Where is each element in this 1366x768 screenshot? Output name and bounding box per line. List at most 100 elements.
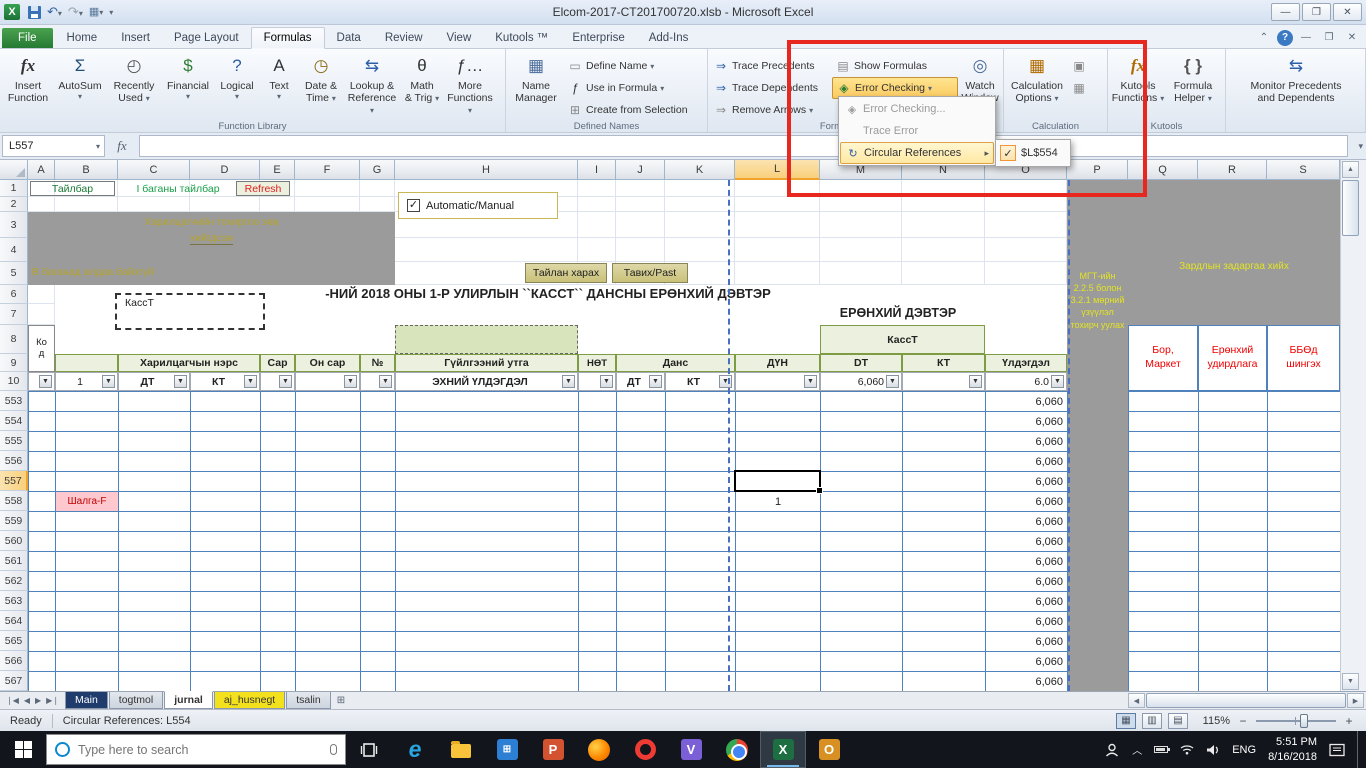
row-header-566[interactable]: 566 <box>0 651 28 671</box>
refresh-button[interactable]: Refresh <box>236 181 290 196</box>
filter-dropdown-icon[interactable]: ▼ <box>39 375 52 388</box>
submenu-item-L554[interactable]: ✓ $L$554 <box>999 142 1067 164</box>
cell-A565[interactable] <box>29 632 56 652</box>
date-time-button[interactable]: ◷ Date & Time ▾ <box>298 51 344 105</box>
start-button[interactable] <box>0 731 46 768</box>
cell-J563[interactable] <box>617 592 666 612</box>
cell-N566[interactable] <box>903 652 986 672</box>
cell-K561[interactable] <box>666 552 736 572</box>
cell-K562[interactable] <box>666 572 736 592</box>
zoom-out-icon[interactable]: − <box>1236 714 1250 728</box>
people-icon[interactable] <box>1104 743 1120 757</box>
cell-N567[interactable] <box>903 672 986 691</box>
cell-H562[interactable] <box>396 572 579 592</box>
tab-formulas[interactable]: Formulas <box>251 27 325 49</box>
cell-B556[interactable] <box>56 452 119 472</box>
cell-K567[interactable] <box>666 672 736 691</box>
cell-J566[interactable] <box>617 652 666 672</box>
cell-E561[interactable] <box>261 552 296 572</box>
cell-G557[interactable] <box>361 472 396 492</box>
cell-B560[interactable] <box>56 532 119 552</box>
formula-input[interactable] <box>139 135 1348 157</box>
cell-C559[interactable] <box>119 512 191 532</box>
cell-J558[interactable] <box>617 492 666 512</box>
tab-home[interactable]: Home <box>55 28 110 48</box>
cell-S556[interactable] <box>1268 452 1340 472</box>
taskbar-clock[interactable]: 5:51 PM 8/16/2018 <box>1268 735 1317 764</box>
cell-Q559[interactable] <box>1129 512 1199 532</box>
create-from-selection-button[interactable]: ⊞ Create from Selection <box>564 99 691 121</box>
cell-I564[interactable] <box>579 612 617 632</box>
cell-H561[interactable] <box>396 552 579 572</box>
cell-K558[interactable] <box>666 492 736 512</box>
cell-S557[interactable] <box>1268 472 1340 492</box>
cell-E557[interactable] <box>261 472 296 492</box>
header-kt[interactable]: КТ <box>902 354 985 372</box>
cell-D554[interactable] <box>191 412 261 432</box>
cell-G565[interactable] <box>361 632 396 652</box>
cell-I561[interactable] <box>579 552 617 572</box>
cell-M562[interactable] <box>821 572 903 592</box>
cell-J562[interactable] <box>617 572 666 592</box>
cell-K566[interactable] <box>666 652 736 672</box>
scroll-up-icon[interactable]: ▲ <box>1342 161 1359 178</box>
cell-H556[interactable] <box>396 452 579 472</box>
tailan-harah-button[interactable]: Тайлан харах <box>525 263 607 283</box>
cell-E560[interactable] <box>261 532 296 552</box>
row-header-7[interactable]: 7 <box>0 304 28 325</box>
filter-dropdown-icon[interactable]: ▼ <box>649 375 662 388</box>
row-header-564[interactable]: 564 <box>0 611 28 631</box>
taskbar-outlook[interactable]: O <box>806 731 852 768</box>
cell-J561[interactable] <box>617 552 666 572</box>
column-header-S[interactable]: S <box>1267 160 1340 180</box>
header-dun[interactable]: ДҮН <box>735 354 820 372</box>
cell-D553[interactable] <box>191 392 261 412</box>
cell-O564[interactable]: 6,060 <box>986 612 1068 632</box>
cell-H564[interactable] <box>396 612 579 632</box>
row-header-6[interactable]: 6 <box>0 285 28 304</box>
redo-button[interactable]: ↷▾ <box>68 5 83 19</box>
cell-I559[interactable] <box>579 512 617 532</box>
cell-J556[interactable] <box>617 452 666 472</box>
cell-O556[interactable]: 6,060 <box>986 452 1068 472</box>
cell-M559[interactable] <box>821 512 903 532</box>
maximize-button[interactable]: ❐ <box>1302 3 1331 21</box>
cell-N554[interactable] <box>903 412 986 432</box>
cell-G561[interactable] <box>361 552 396 572</box>
filter-dropdown-icon[interactable]: ▼ <box>174 375 187 388</box>
row-header-561[interactable]: 561 <box>0 551 28 571</box>
header-sar[interactable]: Сар <box>260 354 295 372</box>
cell-Q567[interactable] <box>1129 672 1199 691</box>
cell-R558[interactable] <box>1199 492 1268 512</box>
cell-B565[interactable] <box>56 632 119 652</box>
cell-E556[interactable] <box>261 452 296 472</box>
math-trig-button[interactable]: θ Math & Trig ▾ <box>400 51 444 105</box>
cell-F558[interactable] <box>296 492 361 512</box>
cell-E553[interactable] <box>261 392 296 412</box>
close-button[interactable]: ✕ <box>1333 3 1362 21</box>
cell-J554[interactable] <box>617 412 666 432</box>
cell-A558[interactable] <box>29 492 56 512</box>
cell-J555[interactable] <box>617 432 666 452</box>
cell-O563[interactable]: 6,060 <box>986 592 1068 612</box>
row-header-567[interactable]: 567 <box>0 671 28 691</box>
cell-C558[interactable] <box>119 492 191 512</box>
filter-E10[interactable]: ▼ <box>260 372 295 391</box>
cell-B553[interactable] <box>56 392 119 412</box>
cell-F563[interactable] <box>296 592 361 612</box>
cell-H567[interactable] <box>396 672 579 691</box>
tab-insert[interactable]: Insert <box>109 28 162 48</box>
row-header-563[interactable]: 563 <box>0 591 28 611</box>
task-view-button[interactable] <box>346 731 392 768</box>
cell-C567[interactable] <box>119 672 191 691</box>
zoom-slider-thumb[interactable] <box>1300 714 1308 728</box>
cell-H558[interactable] <box>396 492 579 512</box>
cell-L566[interactable] <box>736 652 821 672</box>
cell-H566[interactable] <box>396 652 579 672</box>
cell-F555[interactable] <box>296 432 361 452</box>
cell-Q556[interactable] <box>1129 452 1199 472</box>
row-header-4[interactable]: 4 <box>0 238 28 262</box>
cell-F565[interactable] <box>296 632 361 652</box>
zoom-in-icon[interactable]: + <box>1342 714 1356 728</box>
trace-dependents-button[interactable]: ⇒ Trace Dependents <box>710 77 832 99</box>
